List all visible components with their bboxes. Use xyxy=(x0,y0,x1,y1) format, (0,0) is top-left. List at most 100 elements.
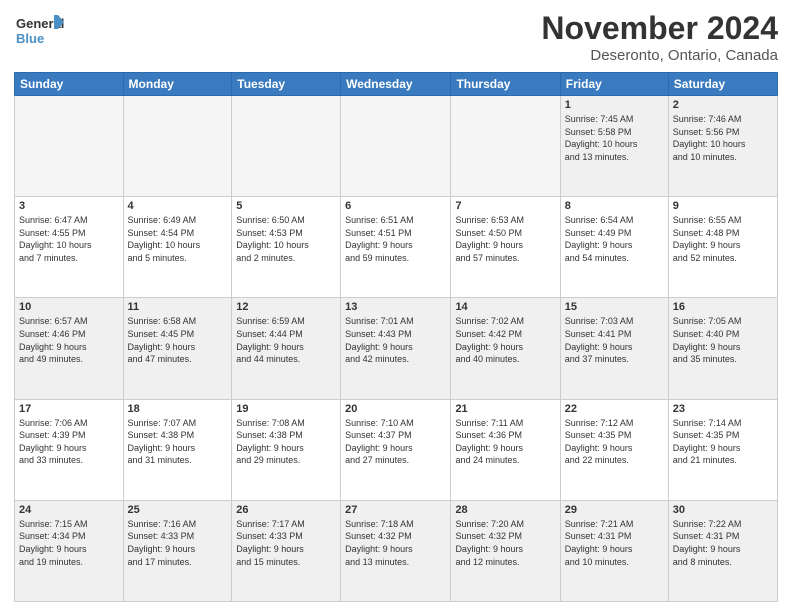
day-cell: 23 Sunrise: 7:14 AM Sunset: 4:35 PM Dayli… xyxy=(668,399,777,500)
day-cell: 18 Sunrise: 7:07 AM Sunset: 4:38 PM Dayli… xyxy=(123,399,232,500)
logo: General Blue xyxy=(14,10,64,55)
logo-icon: General Blue xyxy=(14,10,64,55)
weekday-thursday: Thursday xyxy=(451,73,560,96)
day-info: Sunrise: 7:07 AM Sunset: 4:38 PM Dayligh… xyxy=(128,417,228,467)
day-info: Sunrise: 7:21 AM Sunset: 4:31 PM Dayligh… xyxy=(565,518,664,568)
day-info: Sunrise: 7:16 AM Sunset: 4:33 PM Dayligh… xyxy=(128,518,228,568)
day-cell: 30 Sunrise: 7:22 AM Sunset: 4:31 PM Dayli… xyxy=(668,500,777,601)
header: General Blue November 2024 Deseronto, On… xyxy=(14,10,778,64)
day-number: 20 xyxy=(345,403,446,415)
day-cell: 13 Sunrise: 7:01 AM Sunset: 4:43 PM Dayli… xyxy=(341,298,451,399)
day-cell xyxy=(341,96,451,197)
week-row-2: 10Sunrise: 6:57 AM Sunset: 4:46 PM Dayli… xyxy=(15,298,778,399)
day-cell: 26 Sunrise: 7:17 AM Sunset: 4:33 PM Dayli… xyxy=(232,500,341,601)
day-cell: 17 Sunrise: 7:06 AM Sunset: 4:39 PM Dayli… xyxy=(15,399,124,500)
calendar: SundayMondayTuesdayWednesdayThursdayFrid… xyxy=(14,72,778,602)
week-row-3: 17 Sunrise: 7:06 AM Sunset: 4:39 PM Dayli… xyxy=(15,399,778,500)
day-info: Sunrise: 7:01 AM Sunset: 4:43 PM Dayligh… xyxy=(345,315,446,365)
day-info: Sunrise: 7:46 AM Sunset: 5:56 PM Dayligh… xyxy=(673,113,773,163)
day-info: Sunrise: 7:45 AM Sunset: 5:58 PM Dayligh… xyxy=(565,113,664,163)
day-info: Sunrise: 7:05 AM Sunset: 4:40 PM Dayligh… xyxy=(673,315,773,365)
day-info: Sunrise: 6:54 AM Sunset: 4:49 PM Dayligh… xyxy=(565,214,664,264)
weekday-tuesday: Tuesday xyxy=(232,73,341,96)
day-info: Sunrise: 6:51 AM Sunset: 4:51 PM Dayligh… xyxy=(345,214,446,264)
day-number: 26 xyxy=(236,504,336,516)
day-info: Sunrise: 7:17 AM Sunset: 4:33 PM Dayligh… xyxy=(236,518,336,568)
day-cell xyxy=(123,96,232,197)
day-number: 3 xyxy=(19,200,119,212)
day-number: 15 xyxy=(565,301,664,313)
day-number: 13 xyxy=(345,301,446,313)
weekday-sunday: Sunday xyxy=(15,73,124,96)
week-row-0: 1 Sunrise: 7:45 AM Sunset: 5:58 PM Daylig… xyxy=(15,96,778,197)
day-number: 25 xyxy=(128,504,228,516)
day-number: 9 xyxy=(673,200,773,212)
day-number: 21 xyxy=(455,403,555,415)
day-cell: 20 Sunrise: 7:10 AM Sunset: 4:37 PM Dayli… xyxy=(341,399,451,500)
page: General Blue November 2024 Deseronto, On… xyxy=(0,0,792,612)
day-number: 1 xyxy=(565,99,664,111)
day-cell: 8 Sunrise: 6:54 AM Sunset: 4:49 PM Daylig… xyxy=(560,197,668,298)
day-info: Sunrise: 7:03 AM Sunset: 4:41 PM Dayligh… xyxy=(565,315,664,365)
day-info: Sunrise: 6:58 AM Sunset: 4:45 PM Dayligh… xyxy=(128,315,228,365)
day-info: Sunrise: 6:47 AM Sunset: 4:55 PM Dayligh… xyxy=(19,214,119,264)
day-number: 2 xyxy=(673,99,773,111)
day-number: 24 xyxy=(19,504,119,516)
day-number: 29 xyxy=(565,504,664,516)
day-number: 11 xyxy=(128,301,228,313)
day-cell: 22Sunrise: 7:12 AM Sunset: 4:35 PM Dayli… xyxy=(560,399,668,500)
day-cell: 3 Sunrise: 6:47 AM Sunset: 4:55 PM Daylig… xyxy=(15,197,124,298)
day-info: Sunrise: 6:55 AM Sunset: 4:48 PM Dayligh… xyxy=(673,214,773,264)
weekday-wednesday: Wednesday xyxy=(341,73,451,96)
day-number: 4 xyxy=(128,200,228,212)
day-info: Sunrise: 6:59 AM Sunset: 4:44 PM Dayligh… xyxy=(236,315,336,365)
day-cell: 14Sunrise: 7:02 AM Sunset: 4:42 PM Dayli… xyxy=(451,298,560,399)
day-cell: 5 Sunrise: 6:50 AM Sunset: 4:53 PM Daylig… xyxy=(232,197,341,298)
day-cell xyxy=(15,96,124,197)
day-number: 12 xyxy=(236,301,336,313)
day-number: 5 xyxy=(236,200,336,212)
weekday-saturday: Saturday xyxy=(668,73,777,96)
day-cell xyxy=(232,96,341,197)
day-number: 23 xyxy=(673,403,773,415)
day-cell: 28Sunrise: 7:20 AM Sunset: 4:32 PM Dayli… xyxy=(451,500,560,601)
week-row-4: 24 Sunrise: 7:15 AM Sunset: 4:34 PM Dayli… xyxy=(15,500,778,601)
day-number: 17 xyxy=(19,403,119,415)
day-cell: 19Sunrise: 7:08 AM Sunset: 4:38 PM Dayli… xyxy=(232,399,341,500)
day-cell: 21 Sunrise: 7:11 AM Sunset: 4:36 PM Dayli… xyxy=(451,399,560,500)
day-number: 18 xyxy=(128,403,228,415)
day-info: Sunrise: 7:18 AM Sunset: 4:32 PM Dayligh… xyxy=(345,518,446,568)
day-info: Sunrise: 7:14 AM Sunset: 4:35 PM Dayligh… xyxy=(673,417,773,467)
weekday-header-row: SundayMondayTuesdayWednesdayThursdayFrid… xyxy=(15,73,778,96)
day-number: 16 xyxy=(673,301,773,313)
day-cell: 27 Sunrise: 7:18 AM Sunset: 4:32 PM Dayli… xyxy=(341,500,451,601)
day-number: 8 xyxy=(565,200,664,212)
weekday-friday: Friday xyxy=(560,73,668,96)
day-cell: 10Sunrise: 6:57 AM Sunset: 4:46 PM Dayli… xyxy=(15,298,124,399)
day-cell: 12 Sunrise: 6:59 AM Sunset: 4:44 PM Dayli… xyxy=(232,298,341,399)
title-block: November 2024 Deseronto, Ontario, Canada xyxy=(541,10,778,64)
day-info: Sunrise: 6:50 AM Sunset: 4:53 PM Dayligh… xyxy=(236,214,336,264)
day-info: Sunrise: 7:11 AM Sunset: 4:36 PM Dayligh… xyxy=(455,417,555,467)
svg-text:Blue: Blue xyxy=(16,31,44,46)
day-cell: 25 Sunrise: 7:16 AM Sunset: 4:33 PM Dayli… xyxy=(123,500,232,601)
week-row-1: 3 Sunrise: 6:47 AM Sunset: 4:55 PM Daylig… xyxy=(15,197,778,298)
day-info: Sunrise: 7:15 AM Sunset: 4:34 PM Dayligh… xyxy=(19,518,119,568)
day-info: Sunrise: 6:53 AM Sunset: 4:50 PM Dayligh… xyxy=(455,214,555,264)
day-number: 7 xyxy=(455,200,555,212)
day-info: Sunrise: 7:10 AM Sunset: 4:37 PM Dayligh… xyxy=(345,417,446,467)
day-cell: 15 Sunrise: 7:03 AM Sunset: 4:41 PM Dayli… xyxy=(560,298,668,399)
day-cell: 29 Sunrise: 7:21 AM Sunset: 4:31 PM Dayli… xyxy=(560,500,668,601)
day-cell: 9 Sunrise: 6:55 AM Sunset: 4:48 PM Daylig… xyxy=(668,197,777,298)
month-title: November 2024 xyxy=(541,10,778,47)
day-info: Sunrise: 7:22 AM Sunset: 4:31 PM Dayligh… xyxy=(673,518,773,568)
day-number: 30 xyxy=(673,504,773,516)
day-info: Sunrise: 7:06 AM Sunset: 4:39 PM Dayligh… xyxy=(19,417,119,467)
day-cell: 7 Sunrise: 6:53 AM Sunset: 4:50 PM Daylig… xyxy=(451,197,560,298)
day-cell: 16 Sunrise: 7:05 AM Sunset: 4:40 PM Dayli… xyxy=(668,298,777,399)
day-number: 14 xyxy=(455,301,555,313)
day-info: Sunrise: 6:57 AM Sunset: 4:46 PM Dayligh… xyxy=(19,315,119,365)
day-number: 27 xyxy=(345,504,446,516)
day-info: Sunrise: 7:12 AM Sunset: 4:35 PM Dayligh… xyxy=(565,417,664,467)
day-cell: 1 Sunrise: 7:45 AM Sunset: 5:58 PM Daylig… xyxy=(560,96,668,197)
